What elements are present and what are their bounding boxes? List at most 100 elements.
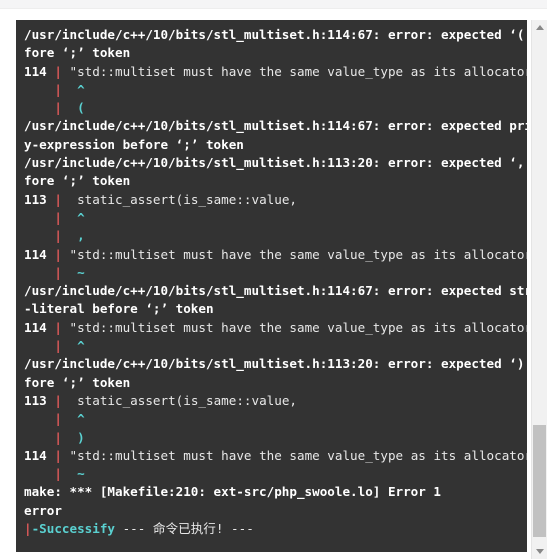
console-text-segment: /usr/include/c++/10/bits/stl_multiset.h:… <box>24 118 527 134</box>
console-text-segment: | <box>54 411 62 427</box>
console-line: /usr/include/c++/10/bits/stl_multiset.h:… <box>24 26 527 44</box>
console-text-segment: 113 <box>24 191 55 207</box>
console-text-segment: , <box>77 228 85 244</box>
console-text-segment: ~ <box>77 264 85 280</box>
console-text-segment: | <box>54 392 62 408</box>
scrollbar-up-button[interactable] <box>532 20 547 35</box>
console-text-segment: | <box>54 338 62 354</box>
vertical-scrollbar[interactable] <box>531 20 547 559</box>
console-text-segment <box>24 338 54 353</box>
console-text-segment <box>62 265 77 280</box>
console-line: |-Successify --- 命令已执行! --- <box>24 520 519 538</box>
console-text-segment: ( <box>77 100 85 116</box>
console-line: 113 | static_assert(is_same::value, <box>24 191 519 209</box>
console-text-segment: fore ‘;’ token <box>24 374 131 390</box>
console-text-segment: fore ‘;’ token <box>24 173 131 189</box>
console-line: fore ‘;’ token <box>24 172 519 190</box>
console-line: | ( <box>24 99 519 117</box>
console-text-segment: static_assert(is_same::value, <box>61 392 297 408</box>
console-text-segment: "std::multiset must have the same value_… <box>61 246 527 262</box>
console-text-segment: y-expression before ‘;’ token <box>24 136 244 152</box>
console-text-segment <box>62 82 77 97</box>
console-text-segment: -literal before ‘;’ token <box>24 301 214 317</box>
console-text-segment <box>62 411 77 426</box>
console-text-segment: | <box>54 429 62 445</box>
console-text-segment: fore ‘;’ token <box>24 45 131 61</box>
console-text-segment: ^ <box>77 81 85 97</box>
console-text-segment: | <box>54 81 62 97</box>
console-text-segment <box>24 100 54 115</box>
console-text-segment: | <box>54 319 62 335</box>
console-text-segment: /usr/include/c++/10/bits/stl_multiset.h:… <box>24 155 527 171</box>
console-text-segment: /usr/include/c++/10/bits/stl_multiset.h:… <box>24 27 527 42</box>
console-text-segment <box>24 411 54 426</box>
console-line: /usr/include/c++/10/bits/stl_multiset.h:… <box>24 154 527 172</box>
console-text-segment: make: *** [Makefile:210: ext-src/php_swo… <box>24 484 442 500</box>
console-line: | ^ <box>24 410 519 428</box>
console-line: 114 | "std::multiset must have the same … <box>24 319 527 337</box>
console-line: | ^ <box>24 81 519 99</box>
console-line: /usr/include/c++/10/bits/stl_multiset.h:… <box>24 282 527 300</box>
console-text-segment <box>24 210 54 225</box>
console-text-segment: ^ <box>77 411 85 427</box>
console-text-segment: 114 <box>24 447 55 463</box>
console-text-segment: | <box>54 209 62 225</box>
console-text-segment: error <box>24 502 62 518</box>
console-text-segment <box>24 430 54 445</box>
scrollbar-thumb[interactable] <box>533 425 546 537</box>
console-text-segment <box>62 228 77 243</box>
console-text-segment: | <box>54 466 62 482</box>
console-line-list: /usr/include/c++/10/bits/stl_multiset.h:… <box>24 26 527 538</box>
console-text-segment: ~ <box>77 466 85 482</box>
console-line: | ) <box>24 429 519 447</box>
console-text-segment: | <box>54 191 62 207</box>
console-text-segment: ) <box>77 429 85 445</box>
console-line: | ~ <box>24 465 519 483</box>
console-line: | ^ <box>24 209 519 227</box>
console-line: 114 | "std::multiset must have the same … <box>24 63 527 81</box>
console-text-segment: /usr/include/c++/10/bits/stl_multiset.h:… <box>24 283 527 299</box>
console-text-segment: | <box>54 63 62 79</box>
console-line: 113 | static_assert(is_same::value, <box>24 392 519 410</box>
console-output-panel[interactable]: /usr/include/c++/10/bits/stl_multiset.h:… <box>16 20 527 552</box>
console-text-segment: --- 命令已执行! --- <box>115 521 254 537</box>
console-line: | ~ <box>24 264 519 282</box>
console-text-segment: | <box>54 246 62 262</box>
console-line: /usr/include/c++/10/bits/stl_multiset.h:… <box>24 355 527 373</box>
console-text-segment <box>24 265 54 280</box>
console-line: /usr/include/c++/10/bits/stl_multiset.h:… <box>24 117 527 135</box>
console-line: fore ‘;’ token <box>24 374 519 392</box>
console-line: | ^ <box>24 337 519 355</box>
console-text-segment: -Successify <box>31 521 115 537</box>
top-toolbar-strip <box>0 0 547 9</box>
console-text-segment <box>62 338 77 353</box>
chevron-up-icon <box>535 25 544 30</box>
console-text-segment: "std::multiset must have the same value_… <box>61 319 527 335</box>
console-text-segment <box>24 228 54 243</box>
console-text-segment: | <box>54 100 62 116</box>
console-text-segment: ^ <box>77 338 85 354</box>
console-text-segment <box>24 466 54 481</box>
console-text-segment: | <box>54 264 62 280</box>
console-line: y-expression before ‘;’ token <box>24 136 519 154</box>
console-line: 114 | "std::multiset must have the same … <box>24 246 527 264</box>
console-line: error <box>24 502 519 520</box>
scrollbar-down-button[interactable] <box>532 544 547 559</box>
console-text-segment: | <box>54 447 62 463</box>
console-text-segment <box>24 82 54 97</box>
console-line: 114 | "std::multiset must have the same … <box>24 447 527 465</box>
console-text-segment <box>62 100 77 115</box>
console-text-segment: /usr/include/c++/10/bits/stl_multiset.h:… <box>24 356 527 372</box>
app-window: /usr/include/c++/10/bits/stl_multiset.h:… <box>0 0 547 559</box>
console-line: make: *** [Makefile:210: ext-src/php_swo… <box>24 483 519 501</box>
console-line: fore ‘;’ token <box>24 44 519 62</box>
console-line: | , <box>24 227 519 245</box>
console-text-segment: 114 <box>24 246 55 262</box>
console-text-segment <box>62 210 77 225</box>
console-text-segment: 114 <box>24 319 55 335</box>
console-text-segment: "std::multiset must have the same value_… <box>61 63 527 79</box>
console-text-segment: | <box>54 228 62 244</box>
console-text-segment: 114 <box>24 63 55 79</box>
console-text-segment: "std::multiset must have the same value_… <box>61 447 527 463</box>
chevron-down-icon <box>535 549 544 554</box>
